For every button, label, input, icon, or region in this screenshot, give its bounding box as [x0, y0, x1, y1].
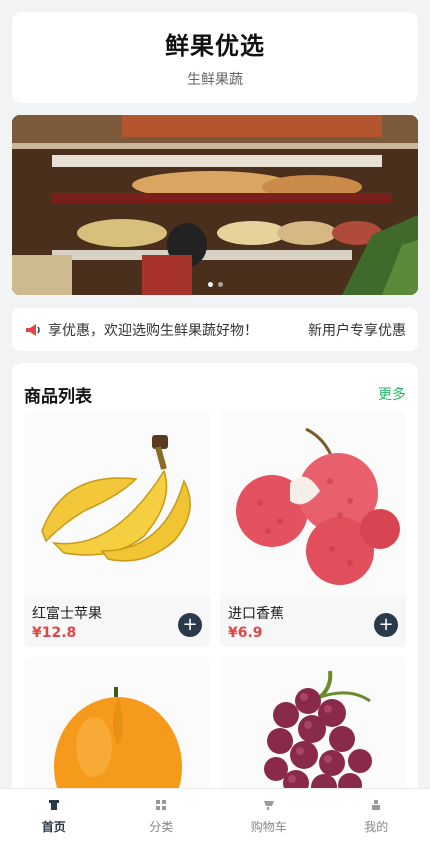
notice-text: 享优惠，欢迎选购生鲜果蔬好物！ [48, 322, 258, 339]
header-card: 鲜果优选 生鲜果蔬 [12, 12, 418, 103]
product-section: 商品列表 更多 红富士苹果 ¥12.8 + 进口香蕉 ¥6.9 + [12, 363, 418, 844]
cart-icon [263, 801, 274, 810]
tab-label: 分类 [149, 820, 174, 834]
tab-label: 购物车 [250, 820, 287, 834]
bottom-tab-bar: 首页 分类 购物车 我的 [0, 788, 430, 844]
product-card[interactable]: 进口香蕉 ¥6.9 + [220, 411, 406, 647]
indicator-dot[interactable] [217, 282, 223, 287]
more-link[interactable]: 更多 [378, 384, 406, 404]
user-icon [372, 800, 381, 810]
tab-category[interactable]: 分类 [108, 789, 216, 844]
add-to-cart-button[interactable]: + [374, 613, 398, 637]
lychee-image [220, 411, 406, 597]
tab-label: 首页 [41, 820, 66, 834]
product-info: 红富士苹果 ¥12.8 + [24, 597, 210, 647]
megaphone-icon [26, 323, 40, 336]
product-card[interactable]: 红富士苹果 ¥12.8 + [24, 411, 210, 647]
banana-image [24, 411, 210, 597]
section-title: 商品列表 [24, 386, 92, 407]
indicator-dot[interactable] [207, 282, 213, 287]
notice-tag: 新用户专享优惠 [308, 322, 406, 339]
grid-icon [156, 800, 167, 810]
product-info: 进口香蕉 ¥6.9 + [220, 597, 406, 647]
product-name: 红富士苹果 [32, 606, 102, 622]
banner-image [12, 115, 418, 295]
tab-home[interactable]: 首页 [0, 789, 108, 844]
product-name: 进口香蕉 [228, 606, 284, 622]
product-price: ¥6.9 [228, 625, 263, 641]
tab-cart[interactable]: 购物车 [215, 789, 323, 844]
home-icon [48, 800, 59, 810]
section-header: 商品列表 更多 [12, 363, 418, 411]
app-subtitle: 生鲜果蔬 [187, 72, 243, 88]
notice-bar[interactable]: 享优惠，欢迎选购生鲜果蔬好物！ 新用户专享优惠 [12, 308, 418, 351]
add-to-cart-button[interactable]: + [178, 613, 202, 637]
tab-profile[interactable]: 我的 [323, 789, 430, 844]
app-title: 鲜果优选 [165, 32, 265, 60]
banner-indicator [12, 282, 418, 287]
tab-label: 我的 [364, 820, 389, 834]
product-price: ¥12.8 [32, 625, 77, 641]
promo-banner[interactable] [12, 115, 418, 295]
